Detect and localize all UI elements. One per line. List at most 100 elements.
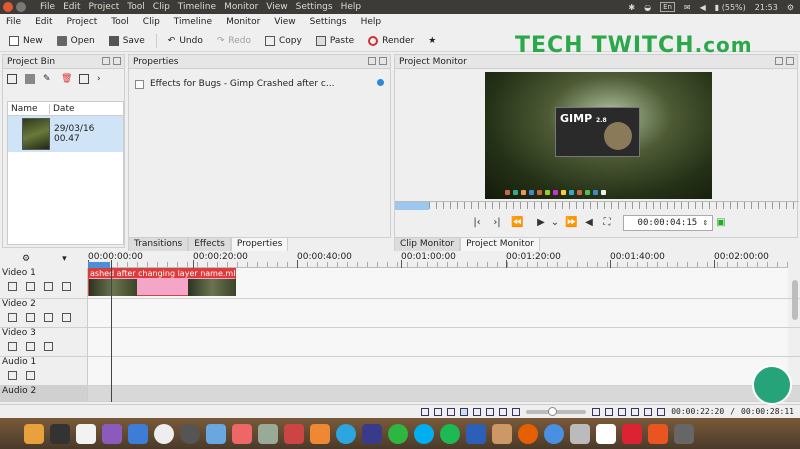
fit-zoom-icon[interactable] [499,407,508,416]
effect-stack-item[interactable]: Effects for Bugs - Gimp Crashed after c.… [129,75,390,93]
document-viewer-icon[interactable] [128,423,148,444]
close-panel-icon[interactable] [786,57,794,65]
new-button[interactable]: New [4,31,48,51]
timeline-playhead[interactable] [111,260,112,402]
notification-icon[interactable]: ✉ [684,3,691,12]
save-button[interactable]: Save [104,31,150,51]
fullscreen-icon[interactable]: ⛶ [601,217,613,229]
global-menu-monitor[interactable]: Monitor [224,2,258,12]
rewind-icon[interactable]: ⏪ [511,217,523,229]
mute-audio-icon[interactable] [26,371,35,380]
play-menu-chevron-icon[interactable]: ⌄ [549,217,561,229]
bin-clip-row[interactable]: 29/03/16 00.47 [8,116,123,152]
lock-icon[interactable] [8,313,17,322]
whatsapp-icon[interactable] [388,423,408,444]
tab-clip-monitor[interactable]: Clip Monitor [394,237,461,251]
ebook-icon[interactable] [596,423,616,444]
power-icon[interactable]: ⚙ [787,3,794,12]
menu-project[interactable]: Project [67,17,98,27]
col-name-header[interactable]: Name [8,103,50,114]
delete-clip-icon[interactable]: 🗑 [61,74,72,84]
text-editor-icon[interactable] [102,423,122,444]
photos-icon[interactable] [310,423,330,444]
track-lane[interactable]: ashed after changing layer name.mkv [88,268,788,298]
dropbox-icon[interactable]: ✱ [628,3,635,12]
slack-icon[interactable] [622,423,642,444]
track-config-icon[interactable]: ⚙ [22,254,30,264]
zoom-slider-handle[interactable] [548,406,558,416]
tab-project-monitor[interactable]: Project Monitor [460,237,540,251]
software-update-icon[interactable] [154,423,174,444]
snap-icon[interactable] [618,407,627,416]
edit-clip-icon[interactable]: ✎ [43,74,53,84]
float-panel-icon[interactable] [368,57,376,65]
terminal-icon[interactable] [50,423,70,444]
copy-button[interactable]: Copy [260,31,307,51]
zoom-in-icon[interactable] [592,407,601,416]
skype-icon[interactable] [414,423,434,444]
lock-icon[interactable] [8,342,17,351]
folder-add-icon[interactable] [25,74,35,84]
window-controls[interactable] [3,2,26,12]
redo-button[interactable]: ↷ Redo [212,31,256,51]
clock[interactable]: 21:53 [755,3,778,12]
timecode-field[interactable]: 00:00:04:15 ⇕ [623,215,713,231]
global-menu-settings[interactable]: Settings [296,2,333,12]
keyboard-layout-indicator[interactable]: En [660,2,675,12]
monitor-overlay-icon[interactable]: ▣ [715,217,727,229]
track-lane[interactable] [88,328,788,356]
mute-audio-icon[interactable] [26,282,35,291]
float-panel-icon[interactable] [775,57,783,65]
info-icon[interactable] [377,79,384,86]
hide-video-icon[interactable] [44,313,53,322]
monitor-zone[interactable] [395,202,429,210]
track-config-dropdown-icon[interactable]: ▾ [62,254,67,264]
hide-video-icon[interactable] [44,282,53,291]
spacer-tool-icon[interactable] [486,407,495,416]
menu-timeline[interactable]: Timeline [174,17,212,27]
firefox-icon[interactable] [518,423,538,444]
wifi-icon[interactable]: ◒ [644,3,651,12]
tab-transitions[interactable]: Transitions [128,237,189,251]
menu-view[interactable]: View [274,17,295,27]
set-zone-in-icon[interactable]: |‹ [471,217,483,229]
markers-icon[interactable] [447,407,456,416]
global-menu-tool[interactable]: Tool [127,2,144,12]
global-menu-help[interactable]: Help [341,2,362,12]
audio-thumbnails-icon[interactable] [434,407,443,416]
track-lane[interactable] [88,357,788,385]
bin-more-icon[interactable]: › [97,74,107,84]
software-center-icon[interactable] [648,423,668,444]
kdenlive-icon[interactable] [284,423,304,444]
monitor-video-frame[interactable]: GIMP 2.8 [485,72,712,199]
close-window-icon[interactable] [3,2,13,12]
timeline-ruler[interactable]: 00:00:00:00 00:00:20:00 00:00:40:00 00:0… [88,252,788,268]
menu-clip[interactable]: Clip [143,17,160,27]
flag-icon[interactable] [644,407,653,416]
add-clip-icon[interactable] [7,74,17,84]
video-thumbnails-icon[interactable] [421,407,430,416]
zoom-slider[interactable] [526,406,587,416]
tab-effects[interactable]: Effects [188,237,231,251]
track-lane[interactable] [88,386,788,401]
scribus-icon[interactable] [492,423,512,444]
close-panel-icon[interactable] [113,57,121,65]
forward-icon[interactable]: ⏩ [565,217,577,229]
undo-button[interactable]: ↶ Undo [163,31,208,51]
set-zone-out-icon[interactable]: ›| [491,217,503,229]
lock-icon[interactable] [8,371,17,380]
settings-app-icon[interactable] [570,423,590,444]
guides-icon[interactable] [631,407,640,416]
telegram-icon[interactable] [336,423,356,444]
track-lane[interactable] [88,299,788,327]
open-button[interactable]: Open [52,31,100,51]
menu-help[interactable]: Help [361,17,382,27]
menu-monitor[interactable]: Monitor [226,17,260,27]
menu-tool[interactable]: Tool [111,17,128,27]
inkscape-icon[interactable] [258,423,278,444]
global-menu-edit[interactable]: Edit [63,2,80,12]
mute-audio-icon[interactable] [26,313,35,322]
tab-properties[interactable]: Properties [230,237,289,251]
files-icon[interactable] [24,423,44,444]
play-icon[interactable]: ▶ [535,217,547,229]
